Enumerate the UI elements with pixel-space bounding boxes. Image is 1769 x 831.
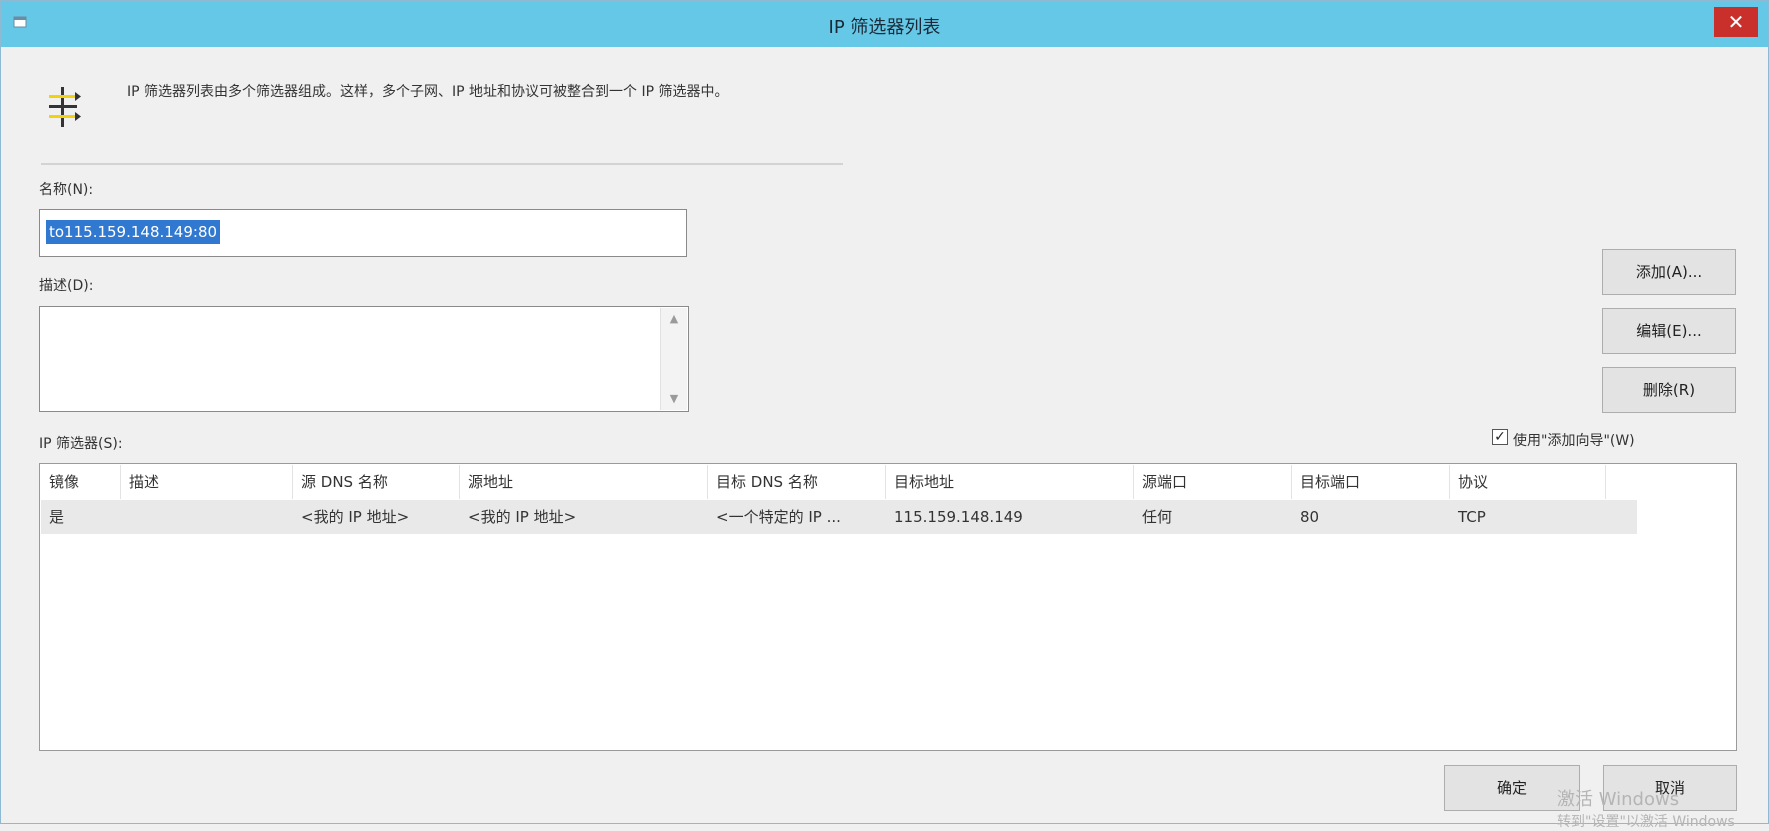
cell-source-port: 任何: [1142, 508, 1173, 526]
filter-list-icon: [49, 87, 81, 127]
separator: [41, 163, 843, 165]
intro-description: IP 筛选器列表由多个筛选器组成。这样，多个子网、IP 地址和协议可被整合到一个…: [127, 84, 729, 100]
cell-destination-address: 115.159.148.149: [894, 508, 1023, 526]
cell-mirror: 是: [49, 508, 65, 526]
column-header[interactable]: 源 DNS 名称: [293, 465, 460, 499]
activation-watermark-hint: 转到"设置"以激活 Windows: [1557, 814, 1735, 830]
cell-destination-port: 80: [1300, 508, 1320, 526]
window-title: IP 筛选器列表: [828, 17, 941, 38]
ip-filters-label: IP 筛选器(S):: [39, 436, 123, 452]
description-scrollbar[interactable]: ▲ ▼: [660, 308, 687, 410]
name-label: 名称(N):: [39, 182, 94, 198]
close-button[interactable]: ✕: [1714, 7, 1758, 37]
edit-button[interactable]: 编辑(E)...: [1602, 308, 1736, 354]
table-row[interactable]: 是 <我的 IP 地址> <我的 IP 地址> <一个特定的 IP ... 11…: [41, 500, 1637, 534]
cell-protocol: TCP: [1458, 508, 1486, 526]
title-bar[interactable]: IP 筛选器列表 ✕: [1, 1, 1768, 47]
cell-source-dns: <我的 IP 地址>: [301, 508, 410, 526]
column-header[interactable]: 目标 DNS 名称: [708, 465, 886, 499]
column-header[interactable]: 协议: [1450, 465, 1606, 499]
wizard-checkbox-label[interactable]: 使用"添加向导"(W): [1513, 430, 1635, 450]
checkmark-icon: ✓: [1494, 429, 1506, 445]
add-button[interactable]: 添加(A)...: [1602, 249, 1736, 295]
remove-button[interactable]: 删除(R): [1602, 367, 1736, 413]
cell-destination-dns: <一个特定的 IP ...: [716, 508, 841, 526]
description-textarea[interactable]: ▲ ▼: [39, 306, 689, 412]
scroll-up-icon[interactable]: ▲: [667, 312, 681, 326]
column-header[interactable]: 源端口: [1134, 465, 1292, 499]
ip-filter-list-dialog: IP 筛选器列表 ✕ IP 筛选器列表由多个筛选器组成。这样，多个子网、IP 地…: [0, 0, 1769, 830]
cell-source-address: <我的 IP 地址>: [468, 508, 577, 526]
name-input-value[interactable]: to115.159.148.149:80: [46, 220, 221, 244]
scroll-down-icon[interactable]: ▼: [667, 392, 681, 406]
column-header[interactable]: 镜像: [41, 465, 121, 499]
column-header[interactable]: 源地址: [460, 465, 708, 499]
column-header[interactable]: 描述: [121, 465, 293, 499]
cell-description: [121, 500, 301, 534]
column-header[interactable]: 目标地址: [886, 465, 1134, 499]
list-header: 镜像 描述 源 DNS 名称 源地址 目标 DNS 名称 目标地址 源端口 目标…: [41, 465, 1637, 499]
description-label: 描述(D):: [39, 278, 94, 294]
ip-filters-list[interactable]: 镜像 描述 源 DNS 名称 源地址 目标 DNS 名称 目标地址 源端口 目标…: [39, 463, 1737, 751]
activation-watermark: 激活 Windows: [1557, 789, 1680, 810]
column-header[interactable]: 目标端口: [1292, 465, 1450, 499]
wizard-checkbox[interactable]: ✓: [1492, 429, 1508, 445]
name-input[interactable]: to115.159.148.149:80: [39, 209, 687, 257]
